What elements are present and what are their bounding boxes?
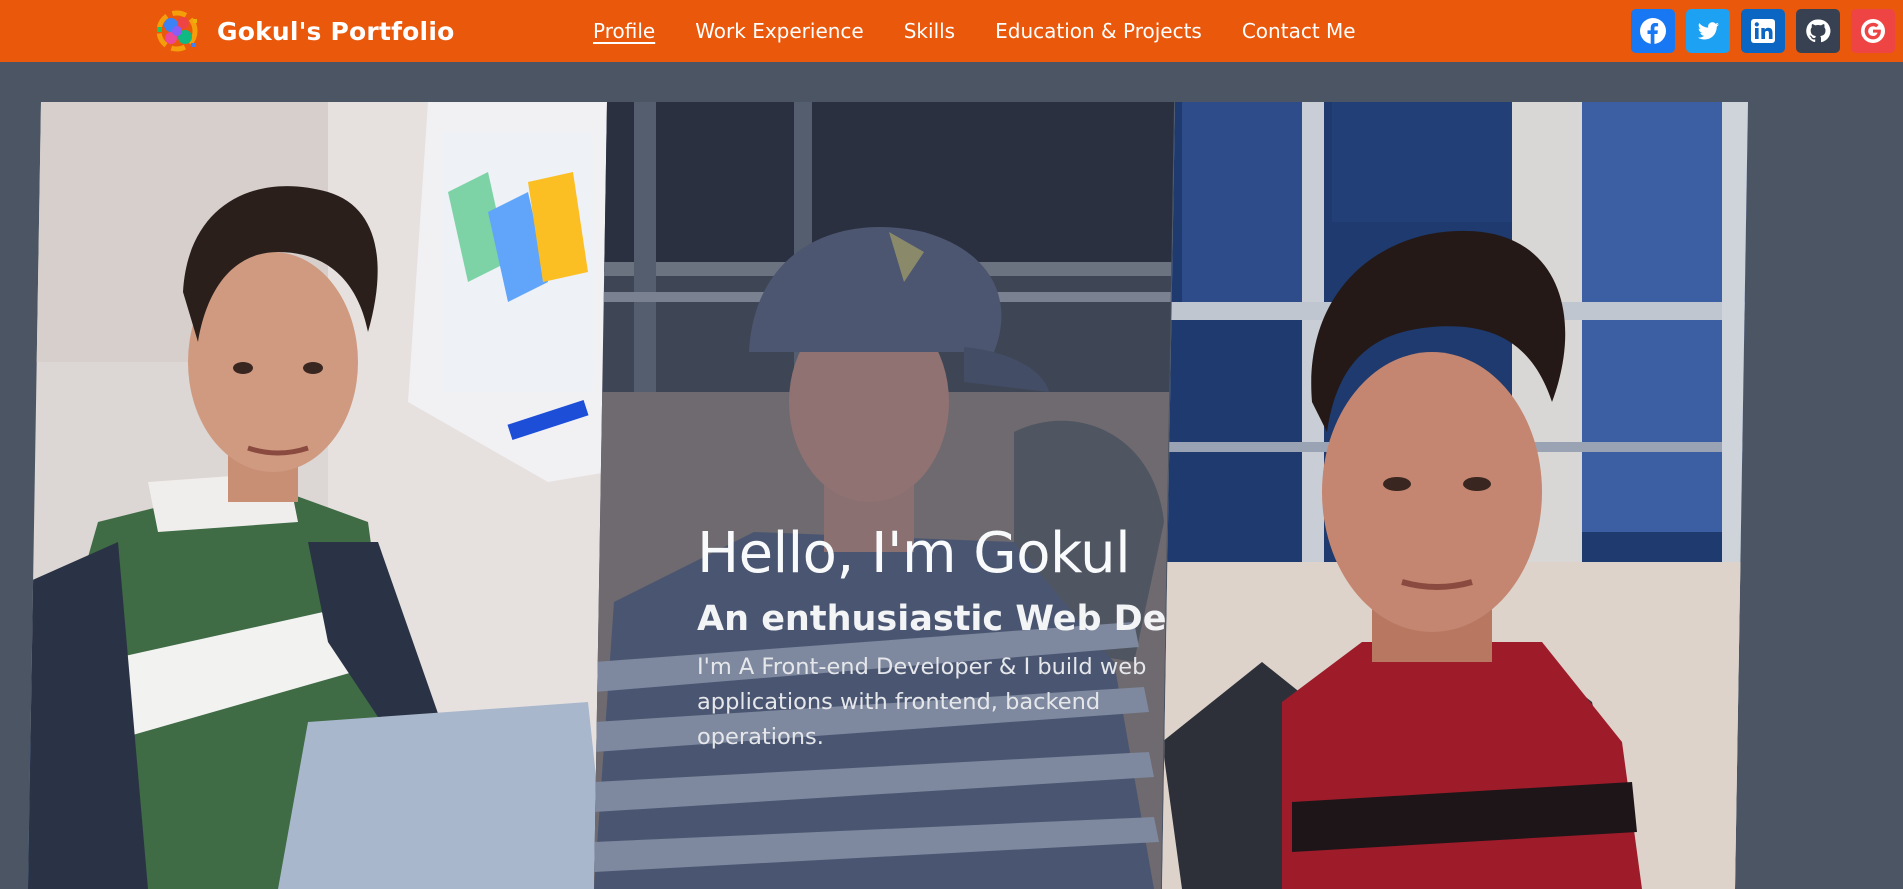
nav-link-education-projects[interactable]: Education & Projects [995,19,1202,43]
social-links [1631,9,1895,53]
hero-intro: Hello, I'm Gokul An enthusiastic Web Dev… [697,516,1167,755]
profile-photo-green-shirt [28,102,608,889]
hero-title: Hello, I'm Gokul [697,521,1131,586]
hero-section: Hello, I'm Gokul An enthusiastic Web Dev… [0,62,1903,889]
nav-link-contact-me[interactable]: Contact Me [1242,19,1356,43]
facebook-icon [1640,18,1666,44]
top-navbar: Gokul's Portfolio Profile Work Experienc… [0,0,1903,62]
nav-link-work-experience[interactable]: Work Experience [695,19,864,43]
linkedin-icon [1751,19,1775,43]
google-icon [1861,19,1885,43]
profile-photo-cap [594,102,1174,889]
brand-title: Gokul's Portfolio [217,16,455,46]
nav-link-profile[interactable]: Profile [593,19,655,43]
twitter-icon [1697,22,1719,40]
nav-menu: Profile Work Experience Skills Education… [593,0,1356,62]
google-button[interactable] [1851,9,1895,53]
portfolio-logo-icon [156,10,198,52]
twitter-button[interactable] [1686,9,1730,53]
github-icon [1806,19,1831,43]
nav-link-skills[interactable]: Skills [904,19,955,43]
hero-subtitle: An enthusiastic Web Developer [697,599,1167,639]
github-button[interactable] [1796,9,1840,53]
facebook-button[interactable] [1631,9,1675,53]
linkedin-button[interactable] [1741,9,1785,53]
hero-description: I'm A Front-end Developer & I build web … [697,654,1147,750]
brand-link[interactable]: Gokul's Portfolio [151,7,454,55]
profile-photo-red-shirt [1162,102,1748,889]
